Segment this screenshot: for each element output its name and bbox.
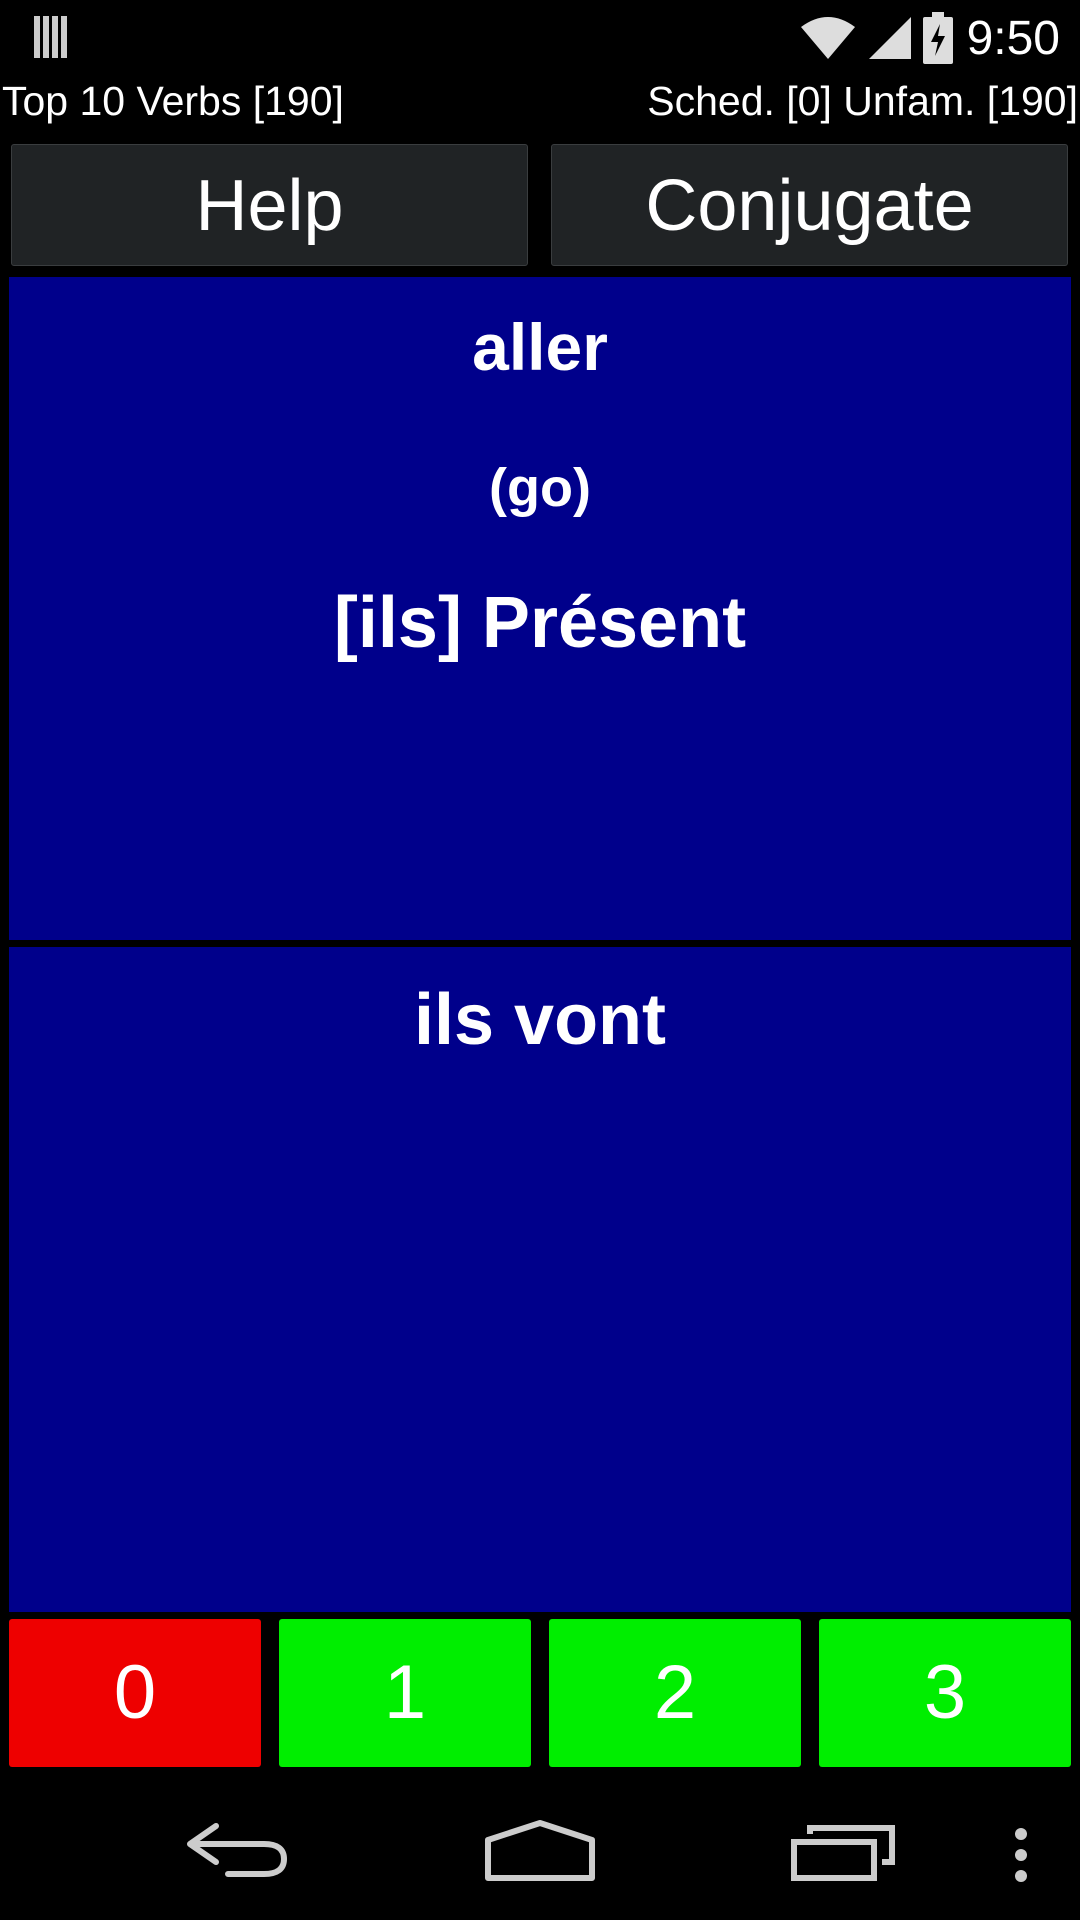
battery-charging-icon [922,12,953,64]
home-icon[interactable] [484,1820,596,1882]
conjugate-button[interactable]: Conjugate [551,144,1068,266]
verb-translation: (go) [489,458,591,518]
answer-panel[interactable]: ils vont [9,947,1071,1612]
notification-bars-icon [34,16,67,58]
grade-buttons: 0 1 2 3 [0,1619,1080,1771]
status-bar: 9:50 [0,0,1080,75]
grade-0-button[interactable]: 0 [9,1619,261,1767]
navigation-bar [0,1780,1080,1920]
back-icon[interactable] [186,1822,290,1878]
deck-stats: Sched. [0] Unfam. [190] [647,78,1078,124]
clock: 9:50 [966,11,1060,65]
grade-2-button[interactable]: 2 [549,1619,801,1767]
recent-apps-icon[interactable] [790,1820,896,1882]
pronoun-tense: [ils] Présent [333,583,747,663]
menu-icon[interactable] [1012,1826,1030,1884]
info-bar: Top 10 Verbs [190] Sched. [0] Unfam. [19… [0,78,1080,130]
wifi-icon [800,17,855,59]
question-panel[interactable]: aller (go) [ils] Présent [9,277,1071,940]
grade-3-button[interactable]: 3 [819,1619,1071,1767]
verb-infinitive: aller [472,310,608,384]
help-button[interactable]: Help [11,144,528,266]
signal-icon [868,17,911,59]
deck-title: Top 10 Verbs [190] [2,78,344,124]
answer-text: ils vont [413,980,667,1060]
grade-1-button[interactable]: 1 [279,1619,531,1767]
